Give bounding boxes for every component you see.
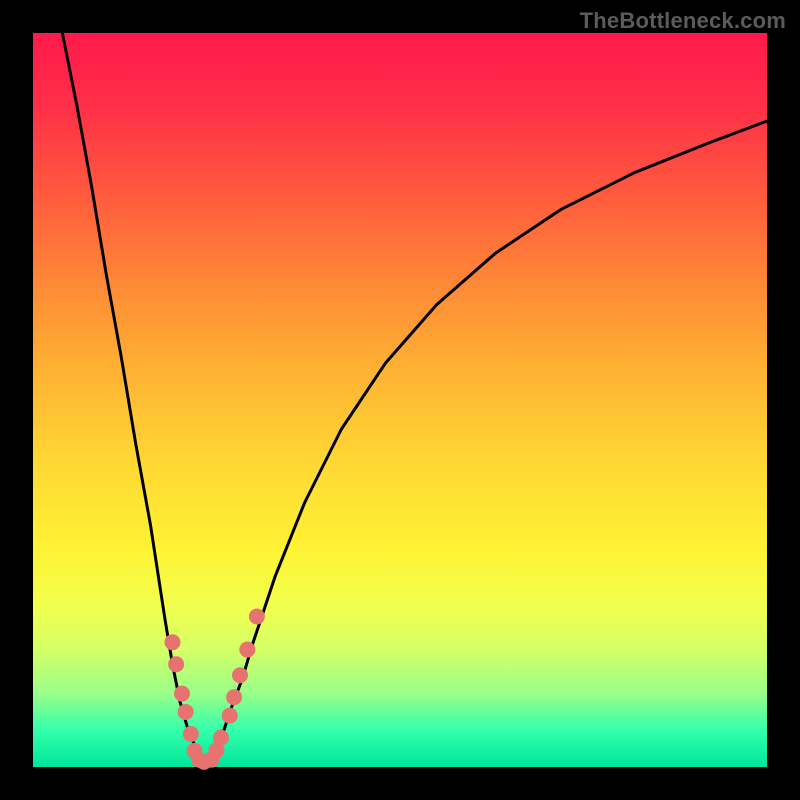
chart-frame: TheBottleneck.com: [0, 0, 800, 800]
data-marker: [183, 726, 199, 742]
data-marker: [226, 689, 242, 705]
curve-right-branch: [202, 121, 767, 763]
data-marker: [232, 667, 248, 683]
data-marker: [222, 708, 238, 724]
curve-group: [62, 33, 767, 763]
chart-svg: [0, 0, 800, 800]
data-marker: [249, 609, 265, 625]
curve-left-branch: [62, 33, 201, 763]
data-marker: [168, 656, 184, 672]
data-marker: [178, 704, 194, 720]
marker-group: [164, 609, 264, 770]
data-marker: [174, 686, 190, 702]
data-marker: [164, 634, 180, 650]
data-marker: [213, 730, 229, 746]
data-marker: [239, 642, 255, 658]
